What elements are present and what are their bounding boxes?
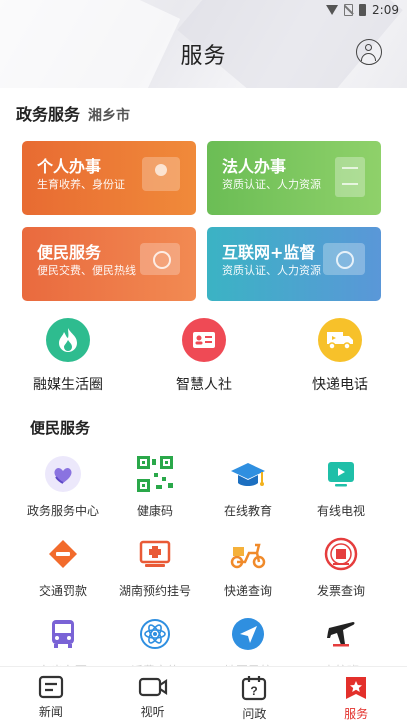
service-item-online-education[interactable]: 在线教育 bbox=[198, 454, 298, 519]
card-legal-affairs[interactable]: 法人办事 资质认证、人力资源 bbox=[207, 141, 381, 215]
service-label: 健康码 bbox=[136, 504, 173, 518]
service-label: 交通罚款 bbox=[38, 584, 87, 598]
service-label: 有线电视 bbox=[316, 504, 365, 518]
airplane-icon bbox=[321, 614, 361, 654]
qr-code-icon bbox=[135, 454, 175, 494]
service-label: 政务服务中心 bbox=[26, 504, 99, 518]
tab-service[interactable]: 服务 bbox=[305, 667, 407, 725]
section-title: 便民服务 bbox=[30, 419, 91, 437]
tab-inquiry[interactable]: ? 问政 bbox=[204, 667, 306, 725]
card-subtitle: 资质认证、人力资源 bbox=[222, 264, 321, 277]
card-internet-supervision[interactable]: 互联网+监督 资质认证、人力资源 bbox=[207, 227, 381, 301]
graduation-cap-icon bbox=[228, 454, 268, 494]
feature-label: 快递电话 bbox=[312, 377, 368, 393]
card-subtitle: 资质认证、人力资源 bbox=[222, 178, 321, 191]
stamp-icon bbox=[321, 534, 361, 574]
video-camera-icon bbox=[138, 677, 167, 697]
card-title: 个人办事 bbox=[37, 157, 102, 176]
card-convenience[interactable]: 便民服务 便民交费、便民热线 bbox=[22, 227, 196, 301]
bottom-nav: 新闻 视听 ? 问政 服务 bbox=[0, 666, 407, 725]
navigation-arrow-icon bbox=[228, 614, 268, 654]
status-bar: 2:09 bbox=[0, 0, 407, 20]
service-item-government-center[interactable]: 政务服务中心 bbox=[13, 454, 113, 519]
service-item-invoice-query[interactable]: 发票查询 bbox=[291, 534, 391, 599]
feature-smart-social-security[interactable]: 智慧人社 bbox=[144, 318, 264, 394]
battery-icon bbox=[359, 4, 367, 16]
region-label: 政务服务 bbox=[16, 105, 81, 124]
service-label: 湖南预约挂号 bbox=[118, 584, 191, 598]
service-item-cable-tv[interactable]: 有线电视 bbox=[291, 454, 391, 519]
tab-news[interactable]: 新闻 bbox=[0, 667, 102, 725]
folder-compass-icon bbox=[140, 243, 180, 275]
avatar-icon[interactable] bbox=[356, 39, 382, 65]
document-icon bbox=[335, 157, 365, 197]
monitor-icon bbox=[323, 243, 365, 275]
svg-text:?: ? bbox=[251, 684, 258, 698]
service-item-express-query[interactable]: 快递查询 bbox=[198, 534, 298, 599]
delivery-truck-icon bbox=[318, 318, 362, 362]
card-title: 法人办事 bbox=[222, 157, 287, 176]
card-title: 便民服务 bbox=[37, 243, 102, 262]
news-icon bbox=[38, 675, 63, 699]
wifi-icon bbox=[326, 5, 339, 15]
feature-media-life[interactable]: 融媒生活圈 bbox=[8, 318, 128, 394]
region-row: 政务服务 湘乡市 bbox=[16, 101, 130, 125]
tab-label: 视听 bbox=[140, 705, 165, 719]
feature-label: 智慧人社 bbox=[176, 377, 232, 393]
tv-play-icon bbox=[321, 454, 361, 494]
tab-label: 新闻 bbox=[38, 705, 63, 719]
service-label: 在线教育 bbox=[223, 504, 272, 518]
tab-video[interactable]: 视听 bbox=[102, 667, 204, 725]
tab-label: 服务 bbox=[344, 707, 369, 721]
atom-icon bbox=[135, 614, 175, 654]
bus-icon bbox=[43, 614, 83, 654]
service-item-hospital-booking[interactable]: 湖南预约挂号 bbox=[105, 534, 205, 599]
feature-express-phone[interactable]: 快递电话 bbox=[280, 318, 400, 394]
card-title: 互联网+监督 bbox=[222, 243, 316, 262]
flame-icon bbox=[46, 318, 90, 362]
hospital-icon bbox=[135, 534, 175, 574]
question-calendar-icon: ? bbox=[242, 676, 267, 701]
status-time: 2:09 bbox=[372, 3, 399, 17]
scooter-icon bbox=[228, 534, 268, 574]
no-entry-icon bbox=[43, 534, 83, 574]
person-card-icon bbox=[142, 157, 180, 191]
page-title: 服务 bbox=[180, 44, 227, 69]
city-selector[interactable]: 湘乡市 bbox=[88, 105, 130, 125]
id-card-icon bbox=[182, 318, 226, 362]
card-personal-affairs[interactable]: 个人办事 生育收养、身份证 bbox=[22, 141, 196, 215]
service-item-health-code[interactable]: 健康码 bbox=[105, 454, 205, 519]
no-sim-icon bbox=[344, 4, 354, 16]
star-badge-icon bbox=[346, 677, 367, 699]
service-item-traffic-fine[interactable]: 交通罚款 bbox=[13, 534, 113, 599]
card-subtitle: 生育收养、身份证 bbox=[37, 178, 125, 191]
tab-label: 问政 bbox=[242, 707, 267, 721]
service-label: 发票查询 bbox=[316, 584, 365, 598]
heart-hands-icon bbox=[43, 454, 83, 494]
feature-label: 融媒生活圈 bbox=[33, 377, 103, 393]
service-label: 快递查询 bbox=[223, 584, 272, 598]
card-subtitle: 便民交费、便民热线 bbox=[37, 264, 136, 277]
